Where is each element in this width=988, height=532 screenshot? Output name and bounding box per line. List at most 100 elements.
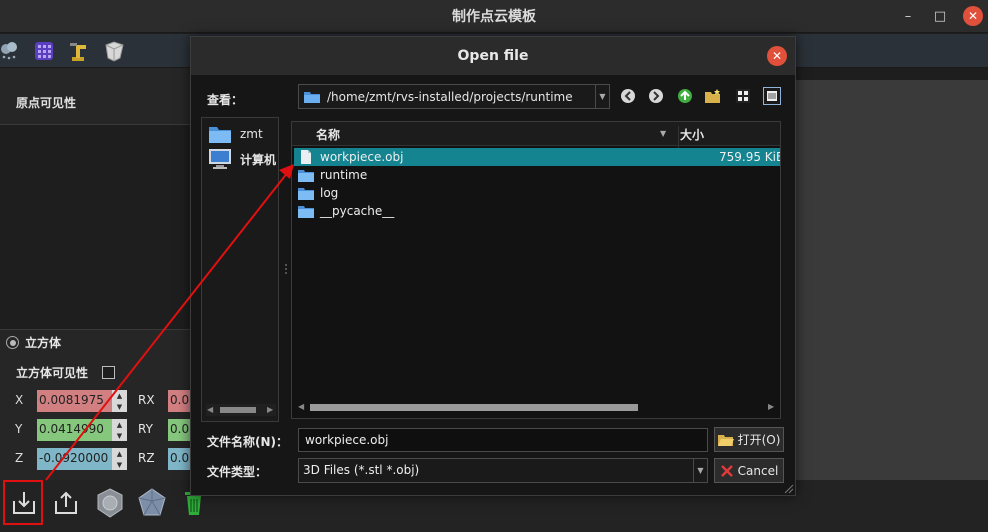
origin-visibility-label: 原点可见性 [16,96,77,110]
sidebar-item-label: zmt [240,127,263,141]
back-button[interactable] [619,87,637,105]
computer-icon [209,149,231,169]
splitter-handle[interactable] [283,117,289,422]
path-combobox[interactable]: /home/zmt/rvs-installed/projects/runtime… [298,84,610,109]
sidebar-scrollbar[interactable]: ◀ ▶ [206,404,276,416]
x-axis-label: X [15,393,24,407]
file-size: 759.95 KiB [719,150,781,164]
filename-label: 文件名称(N)： [207,435,289,449]
forward-button[interactable] [647,87,665,105]
file-name: runtime [320,168,368,182]
cancel-button-label: Cancel [737,463,779,478]
coord-row-y: Y 0.0414990 ▲ ▼ RY 0.0 [0,419,190,441]
chevron-down-icon[interactable]: ▼ [595,85,609,108]
dialog-titlebar: Open file [191,37,795,75]
mesh-shape-icon[interactable] [103,40,125,62]
file-row[interactable]: log [294,184,780,202]
rz-value[interactable]: 0.0 [168,448,190,470]
polyhedron-icon[interactable] [132,483,172,523]
open-button[interactable]: 打开(O) [714,427,784,452]
folder-icon [304,91,320,103]
folder-icon [298,206,314,218]
file-list-scrollbar[interactable]: ◀ ▶ [296,400,778,414]
rz-axis-label: RZ [138,451,155,465]
maximize-button[interactable]: □ [930,6,950,26]
file-row[interactable]: workpiece.obj 759.95 KiB [294,148,780,166]
list-view-button[interactable] [734,87,752,105]
cube-visibility-checkbox[interactable] [102,366,116,379]
file-list: 名称 ▼ 大小 workpiece.obj 759.95 KiB runtime… [291,121,781,419]
ry-value[interactable]: 0.0 [168,419,190,441]
detail-view-button[interactable] [763,87,781,105]
filetype-combobox[interactable]: 3D Files (*.stl *.obj) ▼ [298,458,708,483]
new-folder-button[interactable] [704,87,722,105]
cancel-button[interactable]: Cancel [714,458,784,483]
file-name: log [320,186,339,200]
window-titlebar: 制作点云模板 – □ ✕ [0,0,988,33]
coord-row-x: X 0.0081975 ▲ ▼ RX 0.0 [0,390,190,412]
filetype-value: 3D Files (*.stl *.obj) [303,463,420,477]
x-spinbox[interactable]: 0.0081975 ▲ ▼ [37,390,127,412]
sidebar-item-zmt[interactable]: zmt [208,124,263,144]
filetype-label: 文件类型： [207,465,268,479]
export-icon[interactable] [46,483,86,523]
resize-grip[interactable] [782,482,794,494]
cube-visibility-label: 立方体可见性 [16,366,89,380]
mesh-ball-icon[interactable] [90,483,130,523]
open-file-dialog: Open file ✕ 查看： /home/zmt/rvs-installed/… [190,36,796,496]
places-sidebar: zmt 计算机 ◀ ▶ [201,117,279,422]
y-axis-label: Y [15,422,23,436]
z-spinbox[interactable]: -0.0920000 ▲ ▼ [37,448,127,470]
open-folder-icon [717,434,734,446]
open-button-label: 打开(O) [737,433,781,447]
sort-down-icon: ▼ [660,129,667,138]
rx-axis-label: RX [138,393,155,407]
file-name: workpiece.obj [320,150,404,164]
look-in-label: 查看： [207,93,244,107]
file-list-header: 名称 ▼ 大小 [292,122,780,150]
file-row[interactable]: __pycache__ [294,202,780,220]
file-name: __pycache__ [320,204,395,218]
y-spinbox[interactable]: 0.0414990 ▲ ▼ [37,419,127,441]
grid-cube-icon[interactable] [33,40,55,62]
y-value[interactable]: 0.0414990 [37,419,112,441]
z-stepper-arrows[interactable]: ▲ ▼ [112,448,127,470]
x-value[interactable]: 0.0081975 [37,390,112,412]
z-value[interactable]: -0.0920000 [37,448,112,470]
viewport-area[interactable] [796,80,988,480]
close-window-button[interactable]: ✕ [963,6,983,26]
cloud-points-icon[interactable] [0,40,22,62]
scrollbar-thumb[interactable] [220,407,256,413]
dialog-close-button[interactable]: ✕ [767,46,787,66]
cube-radio-button[interactable] [6,336,19,349]
rx-value[interactable]: 0.0 [168,390,190,412]
folder-icon [298,170,314,182]
parent-directory-button[interactable] [676,87,694,105]
coord-row-z: Z -0.0920000 ▲ ▼ RZ 0.0 [0,448,190,470]
chevron-down-icon[interactable]: ▼ [693,459,707,482]
robot-arm-icon[interactable] [68,40,90,62]
x-stepper-arrows[interactable]: ▲ ▼ [112,390,127,412]
y-stepper-arrows[interactable]: ▲ ▼ [112,419,127,441]
folder-icon [209,127,231,143]
origin-settings-area [0,124,190,330]
window-title: 制作点云模板 [452,9,536,25]
cube-radio-label: 立方体 [25,336,62,350]
folder-icon [298,188,314,200]
cube-visibility-row: 立方体可见性 [16,364,116,381]
z-axis-label: Z [15,451,24,465]
sidebar-item-label: 计算机 [240,152,277,167]
minimize-button[interactable]: – [898,6,918,26]
filename-input[interactable]: workpiece.obj [298,428,708,452]
ry-axis-label: RY [138,422,153,436]
import-highlight-box [3,480,43,525]
sidebar-item-computer[interactable]: 计算机 [208,148,276,170]
dialog-title: Open file [457,48,529,64]
file-icon [301,150,311,164]
scrollbar-thumb[interactable] [310,404,638,411]
cube-radio[interactable]: 立方体 [6,334,61,351]
column-header-size[interactable]: 大小 [678,126,704,150]
file-row[interactable]: runtime [294,166,780,184]
path-text: /home/zmt/rvs-installed/projects/runtime [327,89,573,104]
column-header-name[interactable]: 名称 [316,126,340,143]
